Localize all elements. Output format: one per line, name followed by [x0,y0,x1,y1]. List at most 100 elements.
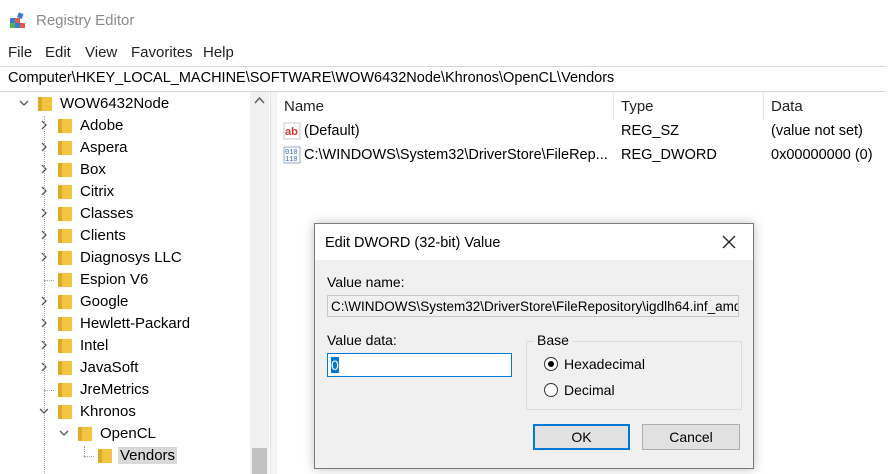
pane-splitter[interactable] [270,92,277,474]
tree-item[interactable]: JavaSoft [0,357,250,379]
folder-open-icon [78,427,92,441]
tree-guide-line [44,116,45,474]
column-header-type[interactable]: Type [614,92,764,120]
menu-bar: File Edit View Favorites Help [0,42,888,64]
tree-item-label: Vendors [118,447,178,464]
base-label: Base [534,332,572,348]
menu-help[interactable]: Help [203,44,234,61]
tree-item-label: Adobe [80,117,124,134]
value-row-default[interactable]: ab (Default) REG_SZ (value not set) [277,120,888,142]
folder-icon [58,141,72,155]
tree-item-label: Box [80,161,106,178]
tree-item-label: Google [80,293,129,310]
cancel-button[interactable]: Cancel [642,424,740,450]
column-header-data[interactable]: Data [764,92,888,120]
column-header-name[interactable]: Name [277,92,613,120]
tree-item-label: OpenCL [100,425,156,442]
folder-icon [58,207,72,221]
tree-item-label: Diagnosys LLC [80,249,182,266]
menu-edit[interactable]: Edit [45,44,71,61]
tree-item[interactable]: Box [0,159,250,181]
tree-item[interactable]: Diagnosys LLC [0,247,250,269]
tree-item[interactable]: Espion V6 [0,269,250,291]
edit-dword-dialog: Edit DWORD (32-bit) Value Value name: C:… [314,223,754,469]
tree-item-label: Intel [80,337,109,354]
address-bar[interactable]: Computer\HKEY_LOCAL_MACHINE\SOFTWARE\WOW… [0,66,886,92]
tree-item[interactable]: Intel [0,335,250,357]
folder-icon [58,339,72,353]
tree-item-label: Khronos [80,403,136,420]
value-name-label: Value name: [327,274,405,290]
folder-icon [58,119,72,133]
tree-item[interactable]: WOW6432Node [0,93,250,115]
folder-icon [58,317,72,331]
menu-favorites[interactable]: Favorites [131,44,193,61]
folder-icon [58,251,72,265]
value-name-field[interactable]: C:\WINDOWS\System32\DriverStore\FileRepo… [327,295,739,317]
tree-guide-line [84,446,85,458]
folder-open-icon [38,97,52,111]
folder-icon [58,273,72,287]
tree-item[interactable]: Adobe [0,115,250,137]
value-type: REG_SZ [621,123,680,139]
close-icon[interactable] [719,232,739,252]
tree-item-label: WOW6432Node [60,95,170,112]
tree-connector [44,280,54,281]
radio-button-checked[interactable] [544,357,558,371]
radio-hexadecimal-label: Hexadecimal [564,356,645,372]
registry-editor-icon [10,12,25,28]
tree-item[interactable]: OpenCL [0,423,250,445]
tree-item-label: Espion V6 [80,271,149,288]
dialog-title: Edit DWORD (32-bit) Value [325,235,501,251]
tree-item[interactable]: JreMetrics [0,379,250,401]
binary-value-icon: 010 110 [283,146,301,164]
value-data: (value not set) [771,123,863,139]
svg-text:ab: ab [285,126,298,138]
menu-view[interactable]: View [85,44,117,61]
tree-item[interactable]: Clients [0,225,250,247]
tree-item[interactable]: Google [0,291,250,313]
dialog-title-bar[interactable]: Edit DWORD (32-bit) Value [315,224,753,260]
tree-item[interactable]: Classes [0,203,250,225]
scrollbar-thumb[interactable] [252,448,267,474]
value-name: C:\WINDOWS\System32\DriverStore\FileRep.… [304,147,608,163]
radio-decimal-label: Decimal [564,382,615,398]
base-group [526,341,742,410]
window-title: Registry Editor [36,12,135,29]
folder-icon [58,185,72,199]
tree-item-label: Clients [80,227,126,244]
chevron-down-icon[interactable] [18,97,30,109]
tree-item[interactable]: Vendors [0,445,250,467]
folder-open-icon [98,449,112,463]
chevron-down-icon[interactable] [58,427,70,439]
tree-item-label: JreMetrics [80,381,150,398]
radio-button[interactable] [544,383,558,397]
tree-item[interactable]: Citrix [0,181,250,203]
svg-text:110: 110 [285,156,298,164]
value-row-dword[interactable]: 010 110 C:\WINDOWS\System32\DriverStore\… [277,144,888,166]
folder-icon [58,383,72,397]
tree-item-label: Classes [80,205,134,222]
tree-scrollbar[interactable] [250,92,269,474]
folder-icon [58,229,72,243]
folder-open-icon [58,405,72,419]
tree-item-label: JavaSoft [80,359,139,376]
tree-item-label: Aspera [80,139,128,156]
scroll-up-arrow-icon[interactable] [254,96,265,104]
menu-file[interactable]: File [8,44,32,61]
value-name: (Default) [304,123,360,139]
value-type: REG_DWORD [621,147,717,163]
tree-item[interactable]: Aspera [0,137,250,159]
folder-icon [58,163,72,177]
folder-icon [58,295,72,309]
ok-button[interactable]: OK [533,424,630,450]
value-data-label: Value data: [327,332,397,348]
folder-icon [58,361,72,375]
tree-connector [44,390,54,391]
value-data-input[interactable] [327,353,512,377]
value-data: 0x00000000 (0) [771,147,873,163]
address-path: Computer\HKEY_LOCAL_MACHINE\SOFTWARE\WOW… [8,70,615,86]
tree-item[interactable]: Khronos [0,401,250,423]
tree-item[interactable]: Hewlett-Packard [0,313,250,335]
tree-item-label: Hewlett-Packard [80,315,191,332]
